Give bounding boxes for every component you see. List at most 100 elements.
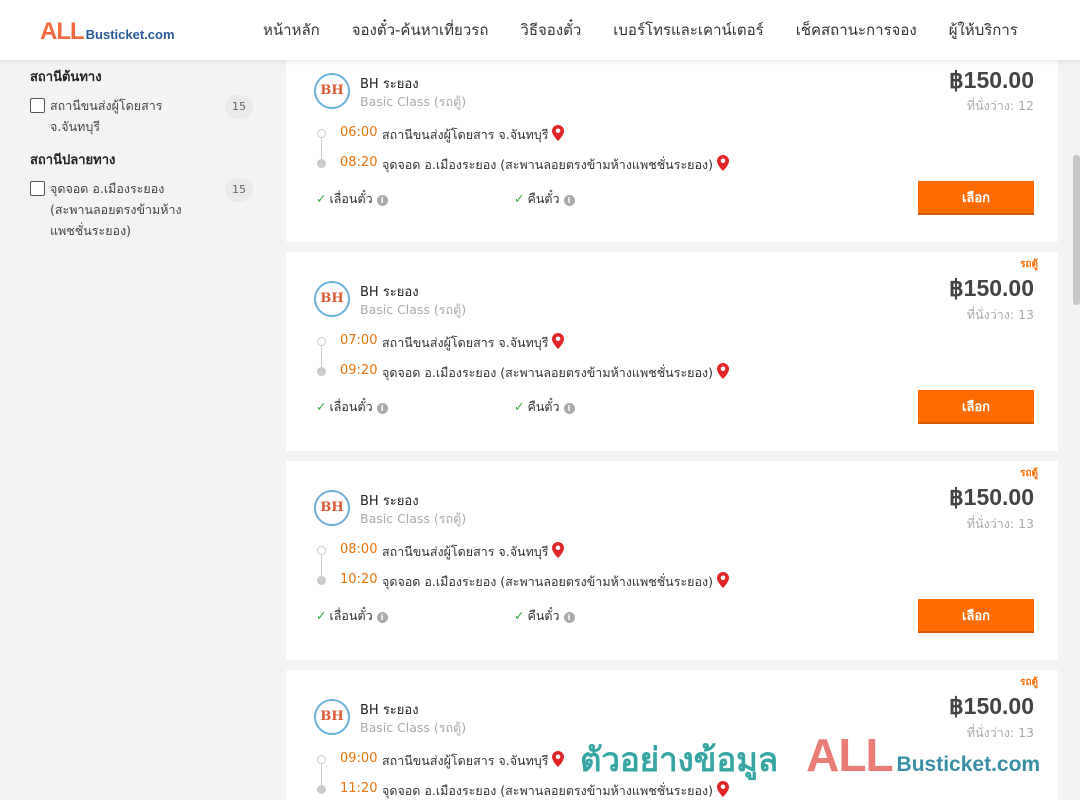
info-icon[interactable]: i <box>563 612 575 623</box>
departure-stop-text: สถานีขนส่งผู้โดยสาร จ.จันทบุรี <box>382 335 549 350</box>
trip-price: ฿150.00 <box>949 67 1034 93</box>
map-pin-icon[interactable] <box>716 155 729 171</box>
departure-time: 07:00 <box>340 333 378 348</box>
check-icon: ✓ <box>316 191 327 206</box>
departure-stop-text: สถานีขนส่งผู้โดยสาร จ.จันทบุรี <box>382 753 549 768</box>
nav-phone-counters[interactable]: เบอร์โทรและเคาน์เตอร์ <box>613 18 763 42</box>
destination-option-label: จุดจอด อ.เมืองระยอง (สะพานลอยตรงข้ามห้าง… <box>50 181 182 238</box>
destination-count-badge: 15 <box>225 178 253 202</box>
origin-option-label: สถานีขนส่งผู้โดยสาร จ.จันทบุรี <box>50 98 163 134</box>
select-trip-button[interactable]: เลือก <box>918 181 1034 215</box>
map-pin-icon[interactable] <box>716 572 729 588</box>
main-nav: หน้าหลัก จองตั๋ว-ค้นหาเที่ยวรถ วิธีจองตั… <box>247 0 1034 60</box>
trip-price: ฿150.00 <box>949 484 1034 510</box>
operator-logo: BH <box>314 281 350 317</box>
trip-price: ฿150.00 <box>949 693 1034 719</box>
arrival-stop-text: จุดจอด อ.เมืองระยอง (สะพานลอยตรงข้ามห้าง… <box>382 365 713 380</box>
check-icon: ✓ <box>514 608 525 623</box>
trip-card: BH BH ระยอง Basic Class (รถตู้) ฿150.00 … <box>286 52 1058 242</box>
arrival-time: 08:20 <box>340 155 378 170</box>
seats-available: ที่นั่งว่าง: 13 <box>966 725 1034 740</box>
arrival-stop: จุดจอด อ.เมืองระยอง (สะพานลอยตรงข้ามห้าง… <box>382 155 729 175</box>
nav-how-to-book[interactable]: วิธีจองตั๋ว <box>520 18 581 42</box>
vehicle-tag: รถตู้ <box>1020 259 1038 270</box>
vehicle-class: Basic Class (รถตู้) <box>360 302 467 317</box>
arrival-time: 09:20 <box>340 363 378 378</box>
origin-count-badge: 15 <box>225 95 253 119</box>
top-header: ALL Busticket.com หน้าหลัก จองตั๋ว-ค้นหา… <box>0 0 1080 60</box>
arrival-stop: จุดจอด อ.เมืองระยอง (สะพานลอยตรงข้ามห้าง… <box>382 781 729 800</box>
reschedule-feature: ✓ เลื่อนตั๋ว i <box>316 606 388 626</box>
arrival-stop: จุดจอด อ.เมืองระยอง (สะพานลอยตรงข้ามห้าง… <box>382 572 729 592</box>
departure-stop-text: สถานีขนส่งผู้โดยสาร จ.จันทบุรี <box>382 544 549 559</box>
nav-book-search[interactable]: จองตั๋ว-ค้นหาเที่ยวรถ <box>352 18 489 42</box>
check-icon: ✓ <box>514 399 525 414</box>
origin-filter-title: สถานีต้นทาง <box>30 70 102 85</box>
page-scrollbar[interactable] <box>1073 155 1080 305</box>
arrival-stop-text: จุดจอด อ.เมืองระยอง (สะพานลอยตรงข้ามห้าง… <box>382 783 713 798</box>
info-icon[interactable]: i <box>376 195 388 206</box>
info-icon[interactable]: i <box>563 403 575 414</box>
departure-stop: สถานีขนส่งผู้โดยสาร จ.จันทบุรี <box>382 333 565 353</box>
operator-name: BH ระยอง <box>360 285 419 300</box>
departure-dot <box>317 337 326 346</box>
operator-name: BH ระยอง <box>360 703 419 718</box>
departure-stop: สถานีขนส่งผู้โดยสาร จ.จันทบุรี <box>382 751 565 771</box>
trip-card: รถตู้ BH BH ระยอง Basic Class (รถตู้) ฿1… <box>286 670 1058 800</box>
vehicle-class: Basic Class (รถตู้) <box>360 511 467 526</box>
vehicle-class: Basic Class (รถตู้) <box>360 720 467 735</box>
select-trip-button[interactable]: เลือก <box>918 599 1034 633</box>
vehicle-class: Basic Class (รถตู้) <box>360 94 467 109</box>
refund-label: คืนตั๋ว <box>527 191 560 206</box>
operator-logo: BH <box>314 699 350 735</box>
refund-label: คืนตั๋ว <box>527 399 560 414</box>
arrival-stop: จุดจอด อ.เมืองระยอง (สะพานลอยตรงข้ามห้าง… <box>382 363 729 383</box>
departure-time: 09:00 <box>340 751 378 766</box>
destination-filter-option[interactable]: จุดจอด อ.เมืองระยอง (สะพานลอยตรงข้ามห้าง… <box>30 178 260 241</box>
refund-feature: ✓ คืนตั๋ว i <box>514 397 575 417</box>
trip-card: รถตู้ BH BH ระยอง Basic Class (รถตู้) ฿1… <box>286 461 1058 660</box>
arrival-stop-text: จุดจอด อ.เมืองระยอง (สะพานลอยตรงข้ามห้าง… <box>382 157 713 172</box>
check-icon: ✓ <box>316 608 327 623</box>
operator-logo: BH <box>314 73 350 109</box>
arrival-dot <box>317 576 326 585</box>
origin-checkbox[interactable] <box>30 98 45 113</box>
arrival-time: 11:20 <box>340 781 378 796</box>
info-icon[interactable]: i <box>376 612 388 623</box>
info-icon[interactable]: i <box>376 403 388 414</box>
departure-dot <box>317 546 326 555</box>
arrival-dot <box>317 785 326 794</box>
arrival-dot <box>317 159 326 168</box>
nav-operators[interactable]: ผู้ให้บริการ <box>949 18 1018 42</box>
check-icon: ✓ <box>514 191 525 206</box>
logo-all-text: ALL <box>40 18 85 45</box>
seats-available: ที่นั่งว่าง: 13 <box>966 516 1034 531</box>
select-trip-button[interactable]: เลือก <box>918 390 1034 424</box>
filter-sidebar: สถานีต้นทาง สถานีขนส่งผู้โดยสาร จ.จันทบุ… <box>30 60 260 253</box>
site-logo[interactable]: ALL Busticket.com <box>40 18 175 46</box>
map-pin-icon[interactable] <box>552 125 565 141</box>
map-pin-icon[interactable] <box>552 542 565 558</box>
map-pin-icon[interactable] <box>552 751 565 767</box>
departure-stop-text: สถานีขนส่งผู้โดยสาร จ.จันทบุรี <box>382 127 549 142</box>
nav-check-booking[interactable]: เช็คสถานะการจอง <box>796 18 917 42</box>
origin-filter-option[interactable]: สถานีขนส่งผู้โดยสาร จ.จันทบุรี 15 <box>30 95 260 137</box>
refund-label: คืนตั๋ว <box>527 608 560 623</box>
destination-checkbox[interactable] <box>30 181 45 196</box>
check-icon: ✓ <box>316 399 327 414</box>
departure-time: 08:00 <box>340 542 378 557</box>
departure-dot <box>317 755 326 764</box>
operator-name: BH ระยอง <box>360 494 419 509</box>
departure-stop: สถานีขนส่งผู้โดยสาร จ.จันทบุรี <box>382 542 565 562</box>
vehicle-tag: รถตู้ <box>1020 468 1038 479</box>
operator-logo: BH <box>314 490 350 526</box>
map-pin-icon[interactable] <box>716 363 729 379</box>
map-pin-icon[interactable] <box>716 781 729 797</box>
info-icon[interactable]: i <box>563 195 575 206</box>
map-pin-icon[interactable] <box>552 333 565 349</box>
arrival-stop-text: จุดจอด อ.เมืองระยอง (สะพานลอยตรงข้ามห้าง… <box>382 574 713 589</box>
departure-time: 06:00 <box>340 125 378 140</box>
reschedule-label: เลื่อนตั๋ว <box>329 191 373 206</box>
operator-name: BH ระยอง <box>360 77 419 92</box>
nav-home[interactable]: หน้าหลัก <box>263 18 320 42</box>
